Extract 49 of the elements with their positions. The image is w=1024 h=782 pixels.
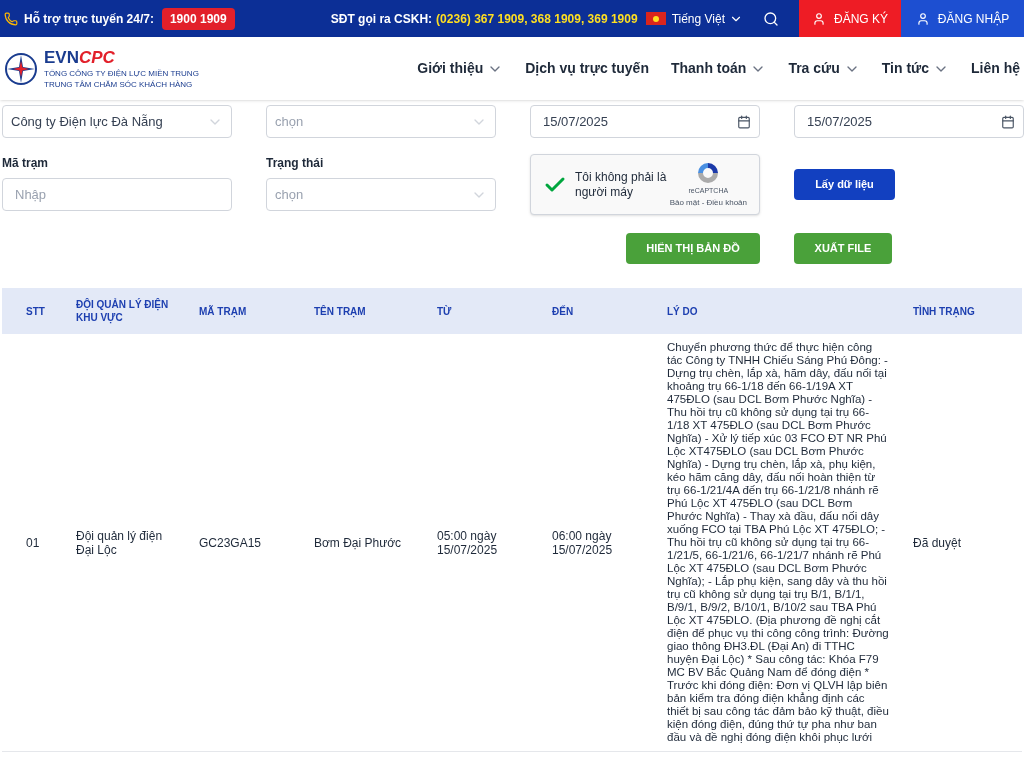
nav-link[interactable]: Dịch vụ trực tuyến (525, 58, 649, 79)
calendar-icon (737, 114, 751, 129)
nav-link[interactable]: Giới thiệu (417, 58, 504, 79)
column-header: ĐẾN (551, 304, 575, 318)
support-label: Hỗ trợ trực tuyến 24/7: (24, 10, 154, 28)
table-cell-text: Đội quản lý điện Đại Lộc (75, 528, 164, 557)
table-cell-text: 06:00 ngày 15/07/2025 (551, 528, 614, 557)
captcha-label: Tôi không phải là người máy (575, 169, 668, 200)
calendar-icon (1001, 114, 1015, 129)
language-selector[interactable]: Tiếng Việt (671, 9, 743, 28)
fetch-data-button[interactable]: Lấy dữ liệu (794, 169, 895, 200)
column-header: ĐỘI QUẢN LÝ ĐIỆN KHU VỰC (75, 298, 170, 324)
cskh-numbers: (0236) 367 1909, 368 1909, 369 1909 (436, 10, 638, 28)
logo-icon (4, 51, 38, 86)
column-header: TỪ (436, 304, 453, 318)
table-cell-text: GC23GA15 (198, 535, 263, 550)
table-cell-text: Đã duyệt (912, 535, 963, 550)
nav-link[interactable]: Liên hệ (971, 58, 1020, 79)
org-subtitle: TRUNG TÂM CHĂM SÓC KHÁCH HÀNG (44, 78, 194, 90)
column-header: MÃ TRẠM (198, 304, 248, 318)
logo-text: EVNCPC (44, 47, 116, 68)
input-field[interactable]: Nhập (2, 178, 232, 211)
flag-icon (645, 12, 666, 25)
cskh-label: SĐT gọi ra CSKH: (330, 10, 433, 28)
field-label: Mã trạm (2, 155, 49, 172)
column-header: TÊN TRẠM (313, 304, 367, 318)
recaptcha-links[interactable]: Bảo mật - Điều khoản (669, 196, 747, 209)
user-icon (812, 11, 826, 26)
select-field[interactable]: Công ty Điện lực Đà Nẵng (2, 105, 232, 138)
login-button[interactable]: ĐĂNG NHẬP (901, 0, 1024, 37)
table-cell-text: 05:00 ngày 15/07/2025 (436, 528, 499, 557)
phone-icon (4, 11, 18, 26)
user-icon (915, 11, 930, 26)
field-label: Trạng thái (266, 155, 325, 172)
nav-link[interactable]: Thanh toán (670, 58, 767, 79)
nav-link[interactable]: Tra cứu (788, 58, 860, 79)
table-cell-text: Bơm Đại Phước (313, 535, 403, 550)
column-header: STT (25, 304, 46, 318)
column-header: LÝ DO (666, 304, 699, 318)
date-field[interactable]: 15/07/2025 (530, 105, 760, 138)
hotline-badge[interactable]: 1900 1909 (161, 7, 235, 30)
table-cell-text: 01 (25, 535, 41, 550)
nav-link[interactable]: Tin tức (881, 58, 949, 79)
column-header: TÌNH TRẠNG (912, 304, 976, 318)
search-icon[interactable] (763, 10, 779, 27)
table-cell-text: Chuyển phương thức để thực hiện công tác Công ty TNHH Chiếu Sáng Phú Đông: - Dựng trụ chèn, lắp xà, hãm dây, đấu nối tại khoảng trụ 66-1/18 đến 66-1/19A XT 475ĐLO (sau DCL Bơm Phước Nghĩa) - Thu hồi trụ cũ không sử dụng tại trụ 66-1/18 XT 475ĐLO (sau DCL Bơm Phước Nghĩa) - Xử lý tiếp xúc 03 FCO ĐT NR Phú Lộc XT475ĐLO (sau DCL Bơm Phước Nghĩa) - Dựng trụ chèn, lắp xà, phụ kiện, kéo hãm căng dây, đấu nối hoàn thiện từ trụ 66-1/21/4A đến trụ 66-1/21/8 nhánh rẽ Phú Lộc XT 475ĐLO (sau DCL Bơm Phước Nghĩa) - Thay xà đầu, đấu nối dây xuống FCO tại TBA Phú Lộc XT 475ĐLO; - Thu hồi trụ cũ không sử dụng tại trụ 66-1/21/5, 66-1/21/6, 66-1/21/7 nhánh rẽ Phú Lộc XT 475ĐLO (sau DCL Bơm Phước Nghĩa); - Lắp phụ kiện, sang dây và thu hồi trụ cũ không sử dụng tại trụ B/1, B/1/1, B/9/1, B/9/2, B/10/1, B/10/2 sau TBA Phú Lộc XT 475ĐLO. (Địa phương đề nghị cắt điện để phục vụ thi công công trình: Đường giao thông ĐH3.ĐL (Đại An) đi TTHC huyện Đại Lộc) * Sau công tác: Khóa F79 MC BV Bắc Quảng Nam để đóng điện * Trước khi đóng điện: Đơn vị QLVH lập biên bản kiểm tra đóng điện khẳng định các thiết bị sau công tác đảm bảo kỹ thuật, điều kiện đóng điện, đúng thứ tự pha như ban đầu và đề nghị đóng điện khôi phục lưới (666, 341, 890, 744)
date-field[interactable]: 15/07/2025 (794, 105, 1024, 138)
register-button[interactable]: ĐĂNG KÝ (799, 0, 901, 37)
org-name: TỔNG CÔNG TY ĐIỆN LỰC MIỀN TRUNG (44, 67, 199, 79)
